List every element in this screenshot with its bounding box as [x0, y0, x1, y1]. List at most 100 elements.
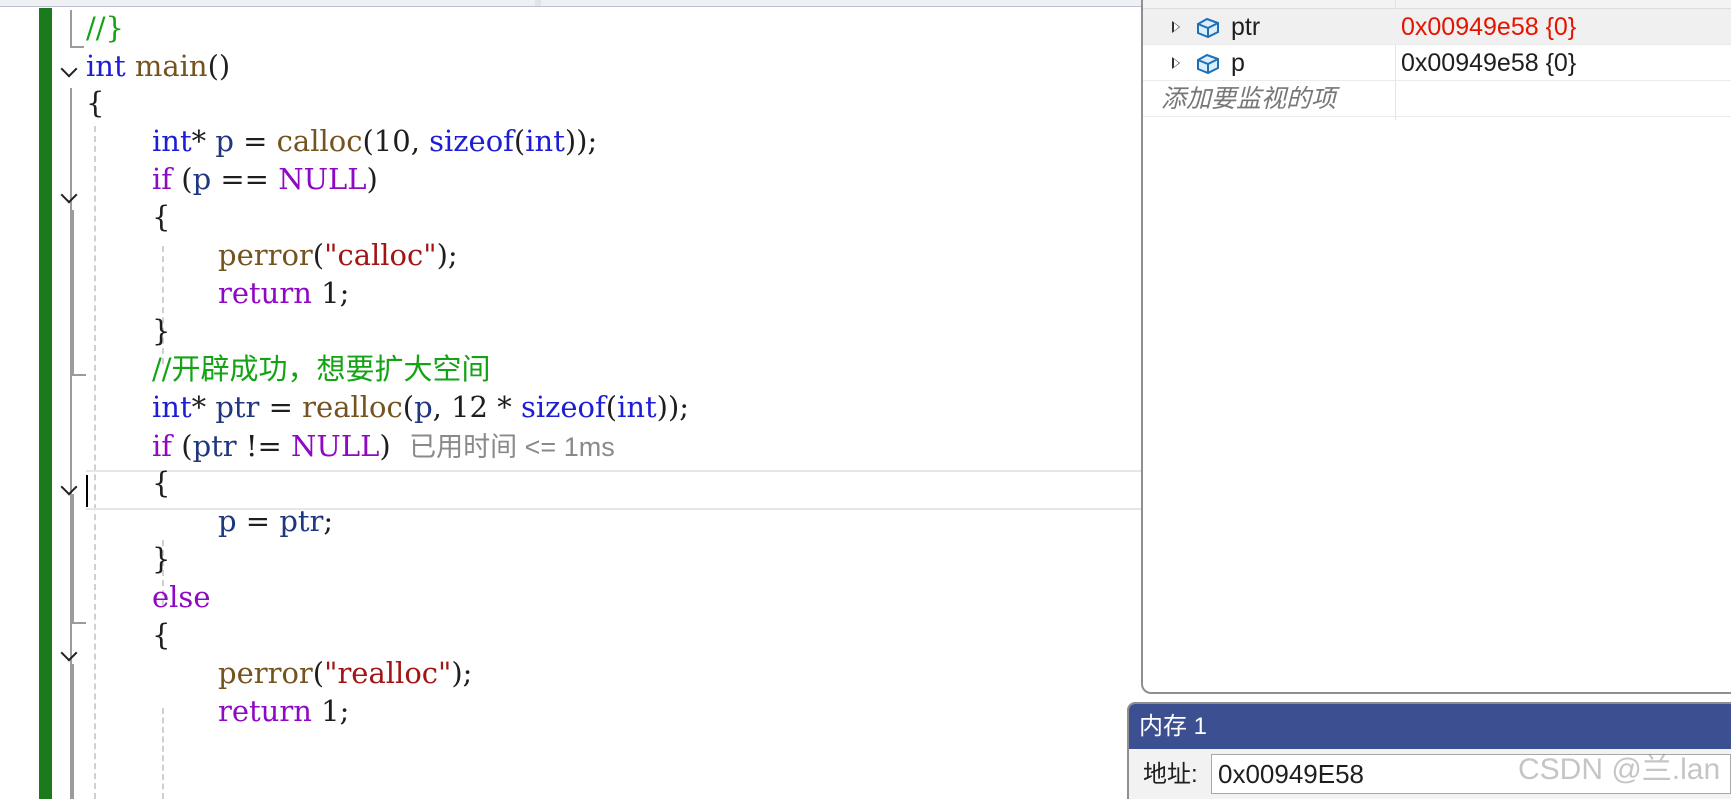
code-token: ptr	[215, 390, 260, 424]
code-line[interactable]: if (ptr != NULL) 已用时间 <= 1ms	[152, 426, 615, 466]
code-line[interactable]: }	[152, 539, 170, 579]
code-token: //}	[86, 11, 124, 45]
indent-guide	[94, 126, 96, 799]
code-line[interactable]: perror("calloc");	[218, 235, 458, 275]
code-token: ptr	[279, 504, 324, 538]
code-line[interactable]: //开辟成功，想要扩大空间	[152, 349, 491, 389]
watch-name: ptr	[1231, 13, 1261, 41]
code-token: *	[191, 124, 216, 158]
code-line[interactable]: }	[152, 311, 170, 351]
code-token: perror	[218, 656, 313, 690]
code-token: 1	[321, 694, 340, 728]
code-line[interactable]: {	[152, 615, 170, 655]
code-token: int	[86, 49, 126, 83]
code-token: else	[152, 580, 211, 614]
code-token: {	[152, 618, 171, 652]
code-token: }	[152, 542, 171, 576]
fold-chevron-down-icon[interactable]	[59, 480, 81, 502]
code-line[interactable]: else	[152, 577, 210, 617]
code-token: p	[192, 162, 212, 196]
code-token: NULL	[291, 429, 380, 463]
code-token: perror	[218, 238, 313, 272]
code-token: if	[152, 162, 173, 196]
memory-titlebar[interactable]: 内存 1	[1129, 704, 1731, 749]
code-line[interactable]: int main()	[86, 46, 230, 86]
watch-row-p[interactable]: p 0x00949e58 {0}	[1143, 45, 1731, 81]
watch-name: p	[1231, 49, 1245, 77]
code-token: );	[436, 238, 458, 272]
fold-chevron-down-icon[interactable]	[59, 646, 81, 668]
code-token: 10	[373, 124, 411, 158]
code-token: int	[617, 390, 657, 424]
code-line[interactable]: perror("realloc");	[218, 653, 472, 693]
watch-value[interactable]: 0x00949e58 {0}	[1401, 9, 1576, 45]
add-watch-item-placeholder[interactable]: 添加要监视的项	[1161, 81, 1336, 117]
code-token: 12	[451, 390, 488, 424]
code-token: )	[366, 162, 378, 196]
code-token: if	[152, 429, 173, 463]
code-token: (	[605, 390, 618, 424]
text-caret	[86, 475, 88, 507]
code-line[interactable]: //}	[86, 8, 124, 48]
code-line[interactable]: {	[86, 83, 104, 123]
code-line[interactable]: {	[152, 463, 170, 503]
code-token: sizeof	[429, 124, 514, 158]
code-token: ;	[323, 504, 334, 538]
code-line[interactable]: {	[152, 197, 170, 237]
code-token: ,	[432, 390, 452, 424]
watch-panel[interactable]: ptr 0x00949e58 {0} p 0x00949e58 {0} 添加要监…	[1141, 0, 1731, 694]
fold-chevron-down-icon[interactable]	[59, 188, 81, 210]
code-token: ==	[211, 162, 279, 196]
editor-scroll-header	[0, 0, 1145, 7]
code-line[interactable]: if (p == NULL)	[152, 159, 378, 199]
memory-title: 内存 1	[1139, 713, 1208, 740]
code-token: );	[451, 656, 473, 690]
watermark: CSDN @兰.lan	[1518, 753, 1721, 786]
fold-chevron-down-icon[interactable]	[59, 62, 81, 84]
variable-icon	[1197, 53, 1219, 75]
code-token: "realloc"	[324, 656, 452, 690]
watch-add-row[interactable]: 添加要监视的项	[1143, 81, 1731, 117]
code-token: (	[513, 124, 526, 158]
code-token: {	[152, 466, 171, 500]
code-token: sizeof	[520, 390, 606, 424]
code-token: )	[379, 429, 391, 463]
watch-value[interactable]: 0x00949e58 {0}	[1401, 45, 1576, 81]
outline-guide	[72, 210, 74, 376]
code-token: =	[233, 124, 277, 158]
expand-triangle-icon[interactable]	[1172, 57, 1180, 69]
watch-row-ptr[interactable]: ptr 0x00949e58 {0}	[1143, 9, 1731, 45]
code-token: return	[218, 694, 312, 728]
code-token: *	[488, 390, 521, 424]
code-token: p	[414, 390, 433, 424]
code-line[interactable]: p = ptr;	[218, 501, 333, 541]
code-token: p	[218, 504, 237, 538]
code-line[interactable]: int* p = calloc(10, sizeof(int));	[152, 121, 597, 161]
code-token: }	[152, 314, 171, 348]
code-line[interactable]: return 1;	[218, 273, 349, 313]
variable-icon	[1197, 17, 1219, 39]
code-token: (	[402, 390, 415, 424]
code-token: ()	[207, 49, 231, 83]
code-token: (	[172, 429, 193, 463]
code-token: int	[152, 124, 192, 158]
code-editor[interactable]: //} int main(){int* p = calloc(10, sizeof…	[0, 0, 1145, 799]
code-token: main	[134, 49, 208, 83]
code-line[interactable]: int* ptr = realloc(p, 12 * sizeof(int));	[152, 387, 689, 427]
code-token: ));	[564, 124, 598, 158]
code-token: int	[525, 124, 565, 158]
outline-guide-end	[70, 46, 84, 48]
code-token: ,	[410, 124, 430, 158]
outline-guide	[70, 10, 72, 48]
expand-triangle-icon[interactable]	[1172, 21, 1180, 33]
address-label: 地址:	[1143, 761, 1198, 788]
code-token: int	[152, 390, 192, 424]
code-token: (	[312, 656, 325, 690]
code-line[interactable]: return 1;	[218, 691, 349, 731]
code-token: {	[86, 86, 105, 120]
outline-guide	[72, 494, 74, 624]
